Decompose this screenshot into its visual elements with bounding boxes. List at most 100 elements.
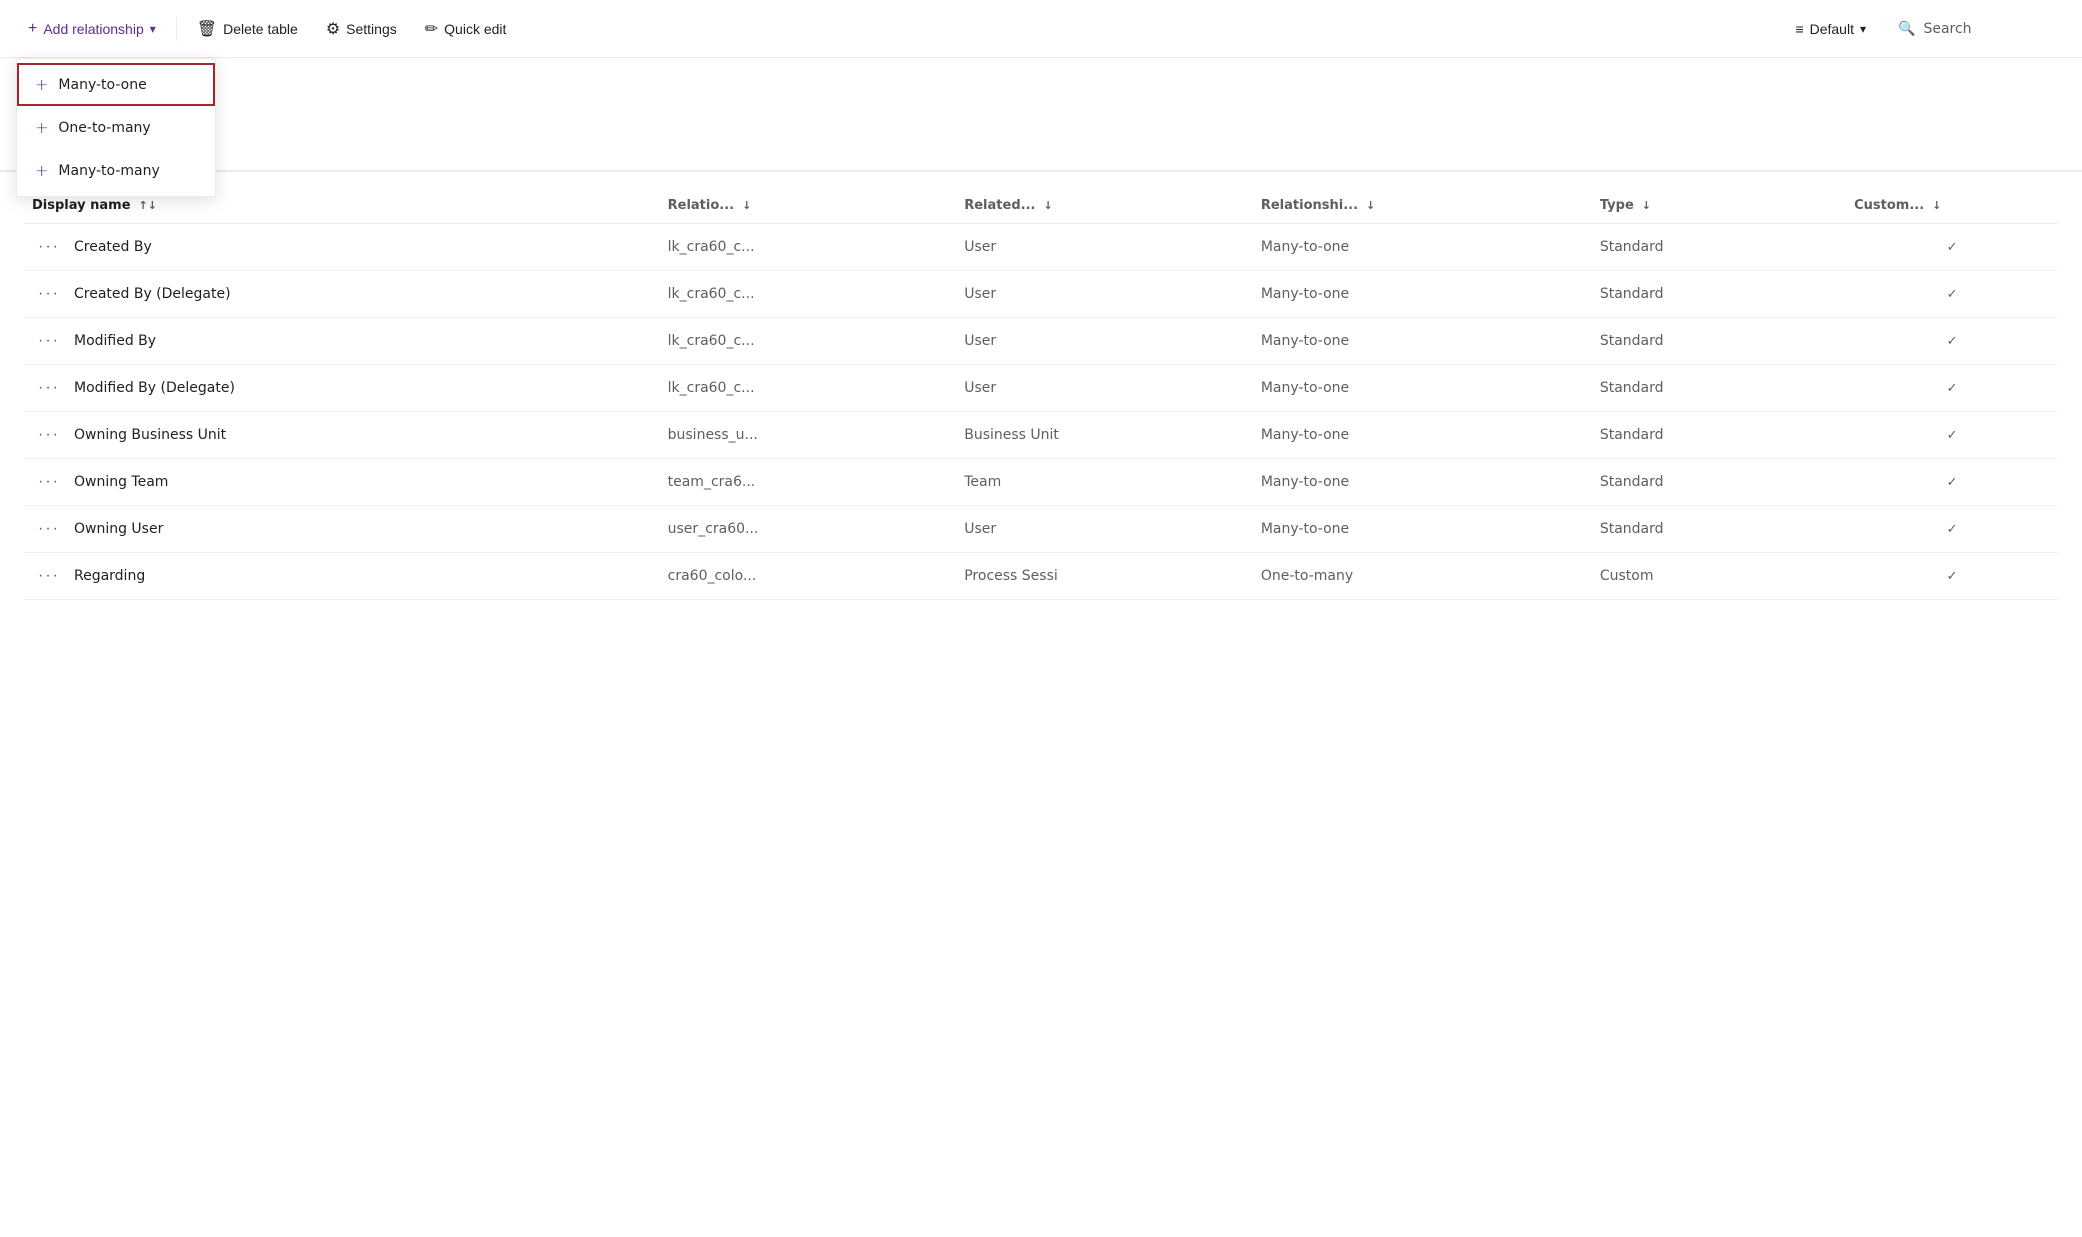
- cell-reltype: Many-to-one: [1253, 506, 1592, 553]
- table-header: Display name ↑↓ Relatio... ↓ Related... …: [24, 188, 2058, 224]
- cell-reltype: Many-to-one: [1253, 271, 1592, 318]
- cell-related: User: [956, 365, 1253, 412]
- delete-table-button[interactable]: 🗑 Delete table: [185, 13, 310, 45]
- relationships-table: Display name ↑↓ Relatio... ↓ Related... …: [24, 188, 2058, 600]
- cell-custom: ✓: [1846, 365, 2058, 412]
- cell-type: Custom: [1592, 553, 1846, 600]
- cell-reltype: Many-to-one: [1253, 365, 1592, 412]
- col-header-related[interactable]: Related... ↓: [956, 188, 1253, 224]
- add-relationship-dropdown: + Many-to-one + One-to-many + Many-to-ma…: [16, 58, 216, 197]
- row-more-button[interactable]: ···: [32, 518, 66, 540]
- cell-relation: lk_cra60_c...: [660, 365, 957, 412]
- cell-related: User: [956, 506, 1253, 553]
- cell-related: User: [956, 271, 1253, 318]
- cell-type: Standard: [1592, 412, 1846, 459]
- chevron-down-icon: ▾: [150, 22, 156, 36]
- cell-display-name: ··· Regarding: [24, 553, 660, 600]
- breadcrumb: ...es › Color: [0, 58, 2082, 91]
- dropdown-item-many-to-one[interactable]: + Many-to-one: [17, 63, 215, 106]
- custom-checkmark: ✓: [1947, 240, 1958, 255]
- cell-relation: lk_cra60_c...: [660, 224, 957, 271]
- table-row: ··· Modified By lk_cra60_c... User Many-…: [24, 318, 2058, 365]
- row-more-button[interactable]: ···: [32, 471, 66, 493]
- cell-type: Standard: [1592, 318, 1846, 365]
- cell-display-name: ··· Owning Team: [24, 459, 660, 506]
- plus-icon: +: [35, 118, 48, 137]
- cell-reltype: Many-to-one: [1253, 224, 1592, 271]
- quick-edit-button[interactable]: ✏ Quick edit: [413, 13, 519, 45]
- table-row: ··· Owning User user_cra60... User Many-…: [24, 506, 2058, 553]
- col-header-relation[interactable]: Relatio... ↓: [660, 188, 957, 224]
- sort-icon: ↑↓: [139, 199, 157, 212]
- cell-relation: business_u...: [660, 412, 957, 459]
- cell-related: User: [956, 224, 1253, 271]
- table-row: ··· Created By lk_cra60_c... User Many-t…: [24, 224, 2058, 271]
- cell-reltype: One-to-many: [1253, 553, 1592, 600]
- col-header-custom[interactable]: Custom... ↓: [1846, 188, 2058, 224]
- cell-display-name: ··· Created By: [24, 224, 660, 271]
- sort-icon: ↓: [1366, 199, 1375, 212]
- gear-icon: ⚙: [326, 19, 340, 39]
- cell-display-name: ··· Created By (Delegate): [24, 271, 660, 318]
- dropdown-item-one-to-many[interactable]: + One-to-many: [17, 106, 215, 149]
- sort-icon: ↓: [1932, 199, 1941, 212]
- table-row: ··· Regarding cra60_colo... Process Sess…: [24, 553, 2058, 600]
- custom-checkmark: ✓: [1947, 475, 1958, 490]
- table-row: ··· Created By (Delegate) lk_cra60_c... …: [24, 271, 2058, 318]
- custom-checkmark: ✓: [1947, 287, 1958, 302]
- sort-icon: ↓: [1043, 199, 1052, 212]
- row-more-button[interactable]: ···: [32, 236, 66, 258]
- custom-checkmark: ✓: [1947, 522, 1958, 537]
- cell-type: Standard: [1592, 506, 1846, 553]
- row-more-button[interactable]: ···: [32, 377, 66, 399]
- search-area[interactable]: 🔍 Search: [1886, 15, 2066, 43]
- row-more-button[interactable]: ···: [32, 330, 66, 352]
- cell-type: Standard: [1592, 271, 1846, 318]
- page-title: Color: [0, 91, 2082, 125]
- add-relationship-button[interactable]: + Add relationship ▾: [16, 14, 168, 44]
- toolbar: + Add relationship ▾ 🗑 Delete table ⚙ Se…: [0, 0, 2082, 58]
- cell-custom: ✓: [1846, 224, 2058, 271]
- dropdown-item-many-to-many[interactable]: + Many-to-many: [17, 149, 215, 192]
- table-body: ··· Created By lk_cra60_c... User Many-t…: [24, 224, 2058, 600]
- table-container: Display name ↑↓ Relatio... ↓ Related... …: [0, 172, 2082, 616]
- cell-reltype: Many-to-one: [1253, 459, 1592, 506]
- trash-icon: 🗑: [197, 19, 217, 39]
- default-view-button[interactable]: ≡ Default ▾: [1783, 15, 1878, 43]
- table-row: ··· Modified By (Delegate) lk_cra60_c...…: [24, 365, 2058, 412]
- cell-display-name: ··· Modified By (Delegate): [24, 365, 660, 412]
- cell-reltype: Many-to-one: [1253, 412, 1592, 459]
- cell-custom: ✓: [1846, 553, 2058, 600]
- row-more-button[interactable]: ···: [32, 283, 66, 305]
- row-more-button[interactable]: ···: [32, 424, 66, 446]
- cell-custom: ✓: [1846, 271, 2058, 318]
- table-row: ··· Owning Business Unit business_u... B…: [24, 412, 2058, 459]
- cell-relation: user_cra60...: [660, 506, 957, 553]
- cell-type: Standard: [1592, 459, 1846, 506]
- tabs: ...os Views: [0, 133, 2082, 172]
- cell-reltype: Many-to-one: [1253, 318, 1592, 365]
- cell-relation: cra60_colo...: [660, 553, 957, 600]
- custom-checkmark: ✓: [1947, 334, 1958, 349]
- cell-display-name: ··· Owning User: [24, 506, 660, 553]
- custom-checkmark: ✓: [1947, 428, 1958, 443]
- cell-custom: ✓: [1846, 459, 2058, 506]
- cell-related: User: [956, 318, 1253, 365]
- cell-related: Business Unit: [956, 412, 1253, 459]
- hamburger-icon: ≡: [1795, 21, 1803, 37]
- toolbar-divider: [176, 17, 177, 41]
- cell-relation: lk_cra60_c...: [660, 318, 957, 365]
- cell-relation: lk_cra60_c...: [660, 271, 957, 318]
- chevron-down-icon: ▾: [1860, 22, 1866, 36]
- cell-custom: ✓: [1846, 506, 2058, 553]
- cell-custom: ✓: [1846, 412, 2058, 459]
- row-more-button[interactable]: ···: [32, 565, 66, 587]
- cell-display-name: ··· Modified By: [24, 318, 660, 365]
- col-header-type[interactable]: Type ↓: [1592, 188, 1846, 224]
- plus-icon: +: [35, 161, 48, 180]
- sort-icon: ↓: [1642, 199, 1651, 212]
- settings-button[interactable]: ⚙ Settings: [314, 13, 409, 45]
- cell-display-name: ··· Owning Business Unit: [24, 412, 660, 459]
- table-row: ··· Owning Team team_cra6... Team Many-t…: [24, 459, 2058, 506]
- col-header-reltype[interactable]: Relationshi... ↓: [1253, 188, 1592, 224]
